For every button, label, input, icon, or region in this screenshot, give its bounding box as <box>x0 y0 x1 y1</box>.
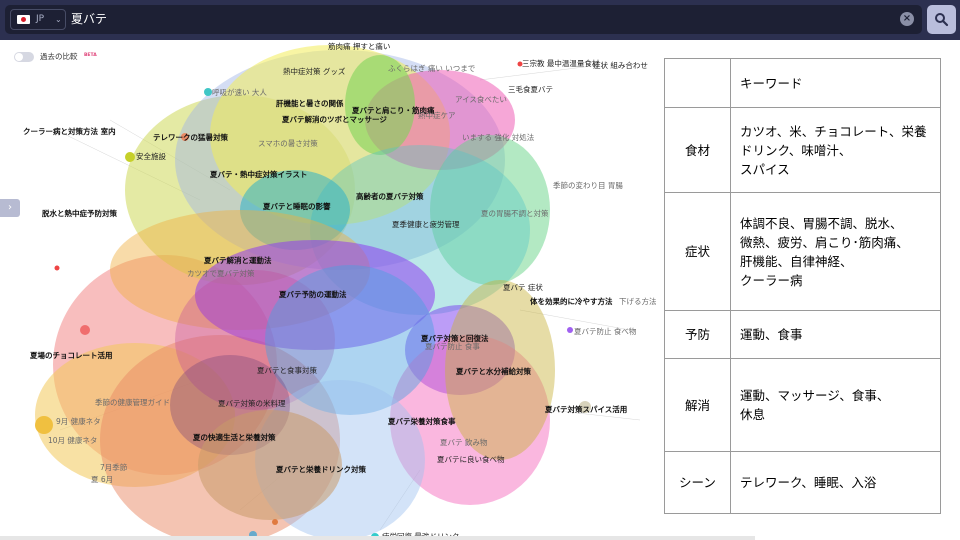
graph-node-label[interactable]: 肝機能と暑さの関係 <box>276 99 344 108</box>
row-keywords: 体調不良、胃腸不調、脱水、 微熱、疲労、肩こり･筋肉痛、 肝機能、自律神経、 クーラー… <box>730 192 941 311</box>
row-category: 食材 <box>664 107 731 193</box>
graph-node-label[interactable]: 夏季健康と疲労管理 <box>392 220 460 229</box>
graph-node-label[interactable]: 夏 6月 <box>91 475 113 484</box>
graph-node-label[interactable]: 夏バテ解消と運動法 <box>204 256 272 265</box>
keyword-table: キーワード 食材 カツオ、米、チョコレート、栄養 ドリンク、味噌汁、 スパイス 症状… <box>664 58 941 514</box>
graph-node-label[interactable]: いまする 強化 対処法 <box>462 133 534 142</box>
graph-node-label[interactable]: 夏の胃腸不調と対策 <box>481 209 549 218</box>
graph-node-label[interactable]: 夏バテ解消のツボとマッサージ <box>282 115 387 124</box>
close-circle-icon[interactable]: × <box>900 12 914 26</box>
search-button[interactable] <box>927 5 956 34</box>
graph-node-label[interactable]: 夏バテ対策スパイス活用 <box>545 405 627 414</box>
graph-node-label[interactable]: カツオで夏バテ対策 <box>187 269 255 278</box>
row-category: シーン <box>664 451 731 514</box>
graph-node-label[interactable]: 熱中症対策 グッズ <box>283 67 345 76</box>
graph-node-label[interactable]: 体を効果的に冷やす方法 <box>530 297 613 306</box>
graph-node-label[interactable]: 夏バテ・熱中症対策イラスト <box>210 170 307 179</box>
graph-node-label[interactable]: 症状 組み合わせ <box>593 61 648 70</box>
locale-selector[interactable]: JP ⌄ <box>10 9 66 30</box>
graph-node-label[interactable]: 三毛食夏バテ <box>508 85 553 94</box>
graph-node-label[interactable]: 下げる方法 <box>619 297 657 306</box>
graph-node-label[interactable]: 夏バテ 飲み物 <box>440 438 487 447</box>
table-row: 症状 体調不良、胃腸不調、脱水、 微熱、疲労、肩こり･筋肉痛、 肝機能、自律神経、ク… <box>664 192 941 311</box>
row-keywords: テレワーク、睡眠、入浴 <box>730 451 941 514</box>
row-category: 症状 <box>664 192 731 311</box>
graph-node-label[interactable]: 夏バテ対策の米料理 <box>218 399 286 408</box>
graph-node-label[interactable]: 夏バテ防止 食事 <box>425 342 480 351</box>
graph-node-label[interactable]: スマホの暑さ対策 <box>258 139 318 148</box>
graph-node-label[interactable]: 夏バテと水分補給対策 <box>456 367 531 376</box>
graph-node-label[interactable]: クーラー病と対策方法 室内 <box>23 127 116 136</box>
row-keywords: 運動、食事 <box>730 310 941 359</box>
search-input[interactable]: 夏バテ <box>71 5 107 34</box>
graph-node-label[interactable]: 9月 健康ネタ <box>56 417 101 426</box>
horizontal-scrollbar[interactable] <box>0 536 755 540</box>
graph-node-label[interactable]: 安全施設 <box>136 152 166 161</box>
graph-node-label[interactable]: 熱中症ケア <box>418 111 456 120</box>
graph-node-label[interactable]: テレワークの猛暑対策 <box>153 133 228 142</box>
table-header: キーワード <box>730 58 941 108</box>
graph-node-label[interactable]: 筋肉痛 押すと痛い <box>328 42 390 51</box>
graph-node-label[interactable]: 夏バテに良い食べ物 <box>437 455 505 464</box>
row-keywords: カツオ、米、チョコレート、栄養 ドリンク、味噌汁、 スパイス <box>730 107 941 193</box>
search-box[interactable]: JP ⌄ 夏バテ × <box>5 5 922 34</box>
search-icon <box>935 13 949 27</box>
row-category: 予防 <box>664 310 731 359</box>
sidebar-expand-button[interactable]: › <box>0 199 20 217</box>
row-keywords: 運動、マッサージ、食事、 休息 <box>730 358 941 452</box>
keyword-cluster-graph[interactable]: 筋肉痛 押すと痛い 熱中症対策 グッズ ふくらはぎ 痛い いつまで 三宗教 最中… <box>0 40 660 540</box>
graph-node-label[interactable]: 脱水と熱中症予防対策 <box>42 209 117 218</box>
graph-node-label[interactable]: 高齢者の夏バテ対策 <box>356 192 424 201</box>
japan-flag-icon <box>17 15 30 24</box>
graph-node-label[interactable]: 三宗教 最中温温量食材 <box>522 59 599 68</box>
locale-code: JP <box>36 14 45 24</box>
graph-node-label[interactable]: 夏バテ 症状 <box>503 283 543 292</box>
graph-node-label[interactable]: 夏バテと栄養ドリンク対策 <box>276 465 366 474</box>
graph-node-label[interactable]: 夏場のチョコレート活用 <box>30 351 113 360</box>
graph-node-label[interactable]: 夏バテと食事対策 <box>257 366 317 375</box>
table-row: 予防 運動、食事 <box>664 310 941 359</box>
graph-node-label[interactable]: 呼吸が速い 大人 <box>212 88 267 97</box>
graph-node-label[interactable]: アイス食べたい <box>455 95 507 104</box>
top-bar: JP ⌄ 夏バテ × <box>0 0 960 40</box>
graph-node-label[interactable]: 季節の健康管理ガイド <box>95 398 170 407</box>
table-header-row: キーワード <box>664 58 941 108</box>
graph-node-label[interactable]: 7月季節 <box>100 463 127 472</box>
graph-node-label[interactable]: 夏バテ予防の運動法 <box>279 290 347 299</box>
graph-node-label[interactable]: 10月 健康ネタ <box>48 436 97 445</box>
graph-node-label[interactable]: 夏バテ防止 食べ物 <box>574 327 636 336</box>
graph-node-label[interactable]: ふくらはぎ 痛い いつまで <box>388 64 475 73</box>
chevron-down-icon: ⌄ <box>55 15 62 24</box>
table-row: シーン テレワーク、睡眠、入浴 <box>664 451 941 514</box>
graph-node-label[interactable]: 季節の変わり目 胃腸 <box>553 181 623 190</box>
table-row: 解消 運動、マッサージ、食事、 休息 <box>664 358 941 452</box>
table-row: 食材 カツオ、米、チョコレート、栄養 ドリンク、味噌汁、 スパイス <box>664 107 941 193</box>
row-category: 解消 <box>664 358 731 452</box>
graph-node-label[interactable]: 夏バテ栄養対策食事 <box>388 417 456 426</box>
graph-node-label[interactable]: 夏バテと睡眠の影響 <box>263 202 331 211</box>
graph-node-label[interactable]: 夏の快適生活と栄養対策 <box>193 433 276 442</box>
